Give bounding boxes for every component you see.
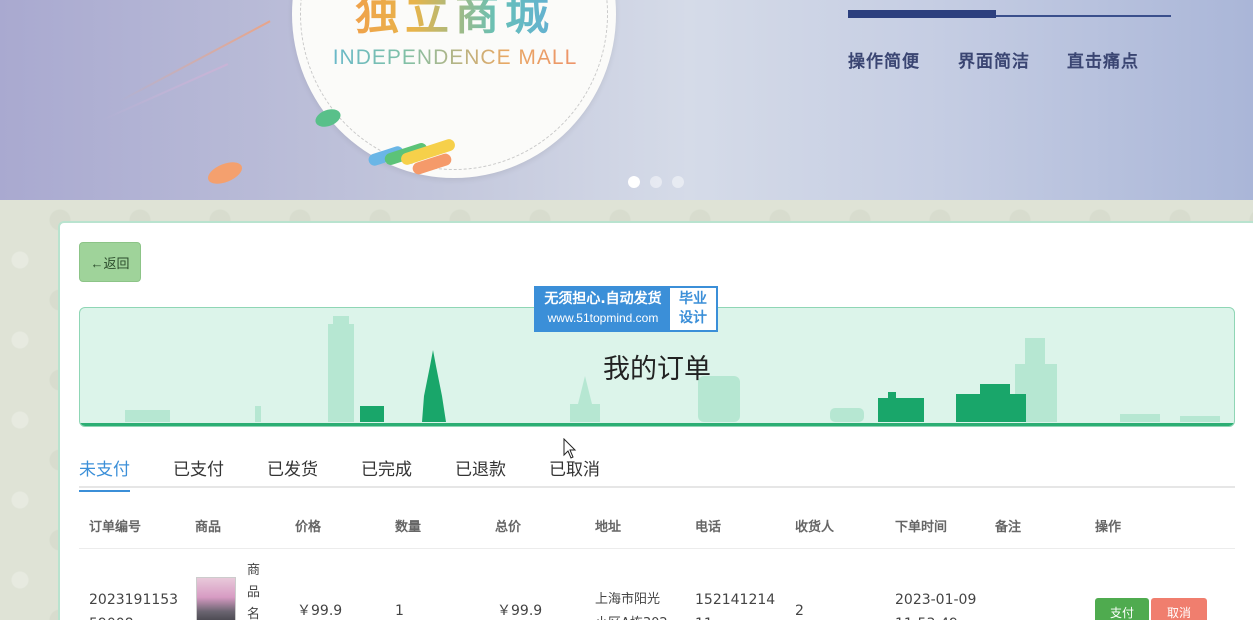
logo-title: 独立商城	[330, 0, 580, 42]
price: ￥99.9	[297, 603, 343, 619]
order-time: 2023-01-09 11:53:49	[895, 588, 976, 620]
receiver: 2	[795, 603, 804, 619]
mouse-cursor-icon	[563, 438, 577, 459]
pay-button[interactable]: 支付	[1095, 598, 1149, 620]
product-thumbnail[interactable]	[196, 577, 236, 620]
total-price: ￥99.9	[497, 603, 543, 619]
phone-line: 11	[695, 612, 775, 620]
order-number-line: 2023191153	[89, 592, 179, 608]
phone-line: 152141214	[695, 592, 776, 608]
phone: 152141214 11	[695, 588, 775, 620]
address-line: 上海市阳光	[595, 592, 661, 607]
decorative-swash	[99, 63, 229, 122]
watermark-text: 毕业	[679, 291, 707, 307]
cancel-button[interactable]: 取消	[1151, 598, 1207, 620]
orders-table-header: 订单编号 商品 价格 数量 总价 地址 电话 收货人 下单时间 备注 操作	[79, 505, 1235, 549]
watermark-text: 无须担心.自动发货	[544, 291, 662, 307]
column-header: 收货人	[795, 520, 835, 535]
order-status-tabs: 未支付 已支付 已发货 已完成 已退款 已取消	[79, 450, 1235, 492]
carousel-dot[interactable]	[672, 176, 684, 188]
product-name-char: 名	[247, 607, 261, 620]
decorative-swash	[119, 20, 271, 102]
column-header: 总价	[495, 520, 522, 535]
tab-refunded[interactable]: 已退款	[455, 455, 506, 490]
watermark-left: 无须担心.自动发货 www.51topmind.com	[536, 288, 670, 330]
product-name-char: 商	[247, 563, 261, 578]
column-header: 地址	[595, 520, 622, 535]
tab-completed[interactable]: 已完成	[361, 455, 412, 490]
header-ground-line	[80, 423, 1234, 426]
column-header: 数量	[395, 520, 422, 535]
back-button[interactable]: ←返回	[79, 242, 141, 282]
hero-banner: 独立商城 INDEPENDENCE MALL 操作简便 界面简洁 直击痛点	[0, 0, 1253, 200]
column-header: 操作	[1095, 520, 1122, 535]
decorative-blob	[204, 157, 246, 189]
banner-divider-accent	[848, 10, 996, 18]
address: 上海市阳光 小区A栋302	[595, 588, 668, 620]
order-time-line: 2023-01-09	[895, 592, 977, 608]
watermark-badge: 无须担心.自动发货 www.51topmind.com 毕业 设计	[534, 286, 718, 332]
carousel-dot[interactable]	[628, 176, 640, 188]
table-row: 2023191153 59008 商 品 名 ￥99.9 1 ￥99.9 上海市…	[79, 552, 1235, 620]
column-header: 价格	[295, 520, 322, 535]
column-header: 备注	[995, 520, 1022, 535]
carousel-indicators	[628, 176, 684, 188]
order-number-line: 59008	[89, 612, 178, 620]
tab-unpaid[interactable]: 未支付	[79, 455, 130, 492]
page-title: 我的订单	[603, 354, 711, 385]
column-header: 商品	[195, 520, 222, 535]
tab-shipped[interactable]: 已发货	[267, 455, 318, 490]
logo-subtitle: INDEPENDENCE MALL	[300, 46, 610, 70]
column-header: 下单时间	[895, 520, 948, 535]
column-header: 电话	[695, 520, 722, 535]
order-time-line: 11:53:49	[895, 612, 976, 620]
column-header: 订单编号	[89, 520, 142, 535]
carousel-dot[interactable]	[650, 176, 662, 188]
slogan-2: 界面简洁	[958, 52, 1030, 72]
slogan-3: 直击痛点	[1067, 52, 1139, 72]
slogan-1: 操作简便	[848, 52, 920, 72]
watermark-text: 设计	[679, 310, 707, 326]
quantity: 1	[395, 603, 404, 619]
product-name-char: 品	[247, 585, 261, 600]
watermark-right: 毕业 设计	[670, 288, 716, 330]
order-number: 2023191153 59008	[89, 588, 178, 620]
address-line: 小区A栋302	[595, 612, 668, 620]
tab-cancelled[interactable]: 已取消	[549, 455, 600, 490]
watermark-url: www.51topmind.com	[547, 311, 659, 325]
tab-paid[interactable]: 已支付	[173, 455, 224, 490]
product-name[interactable]: 商 品 名	[247, 560, 263, 620]
